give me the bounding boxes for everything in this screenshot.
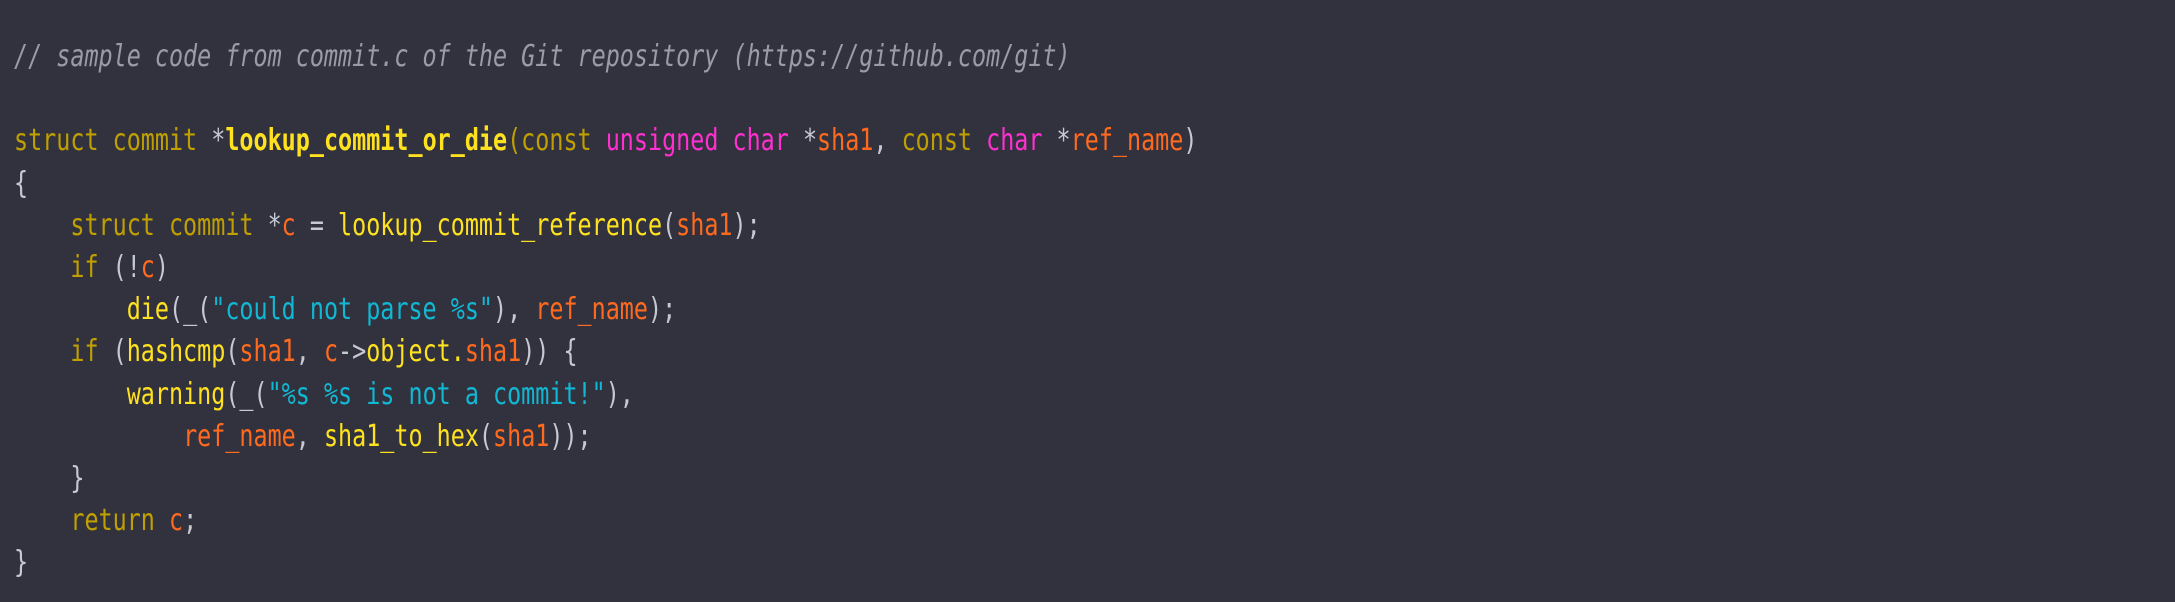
code-token: struct commit [70,207,268,243]
code-token: if [70,334,99,370]
code-token: warning [126,376,226,412]
code-token: , [873,123,902,159]
code-line: ref_name, sha1_to_hex(sha1)); [14,416,1197,458]
code-line: if (hashcmp(sha1, c->object.sha1)) { [14,331,1197,373]
code-token: // sample code from commit.c of the Git … [14,39,1071,74]
code-token: sha1 [817,123,874,159]
code-token: c [168,503,184,539]
code-block[interactable]: // sample code from commit.c of the Git … [14,36,1197,584]
code-token: hashcmp [126,334,226,370]
code-token: sha1 [464,334,522,370]
code-token: ref_name [535,292,648,328]
code-token: ref_name [1070,123,1184,159]
code-token: )); [549,418,592,454]
code-line: struct commit *c = lookup_commit_referen… [14,205,1197,247]
code-line: die(_("could not parse %s"), ref_name); [14,289,1197,331]
code-token: ), [605,376,634,412]
code-token: , [295,334,324,370]
code-token: ) [154,249,169,285]
code-token: c [140,249,155,285]
code-token: sha1 [239,334,296,370]
code-token: die [126,292,169,328]
code-token: ), [493,292,536,328]
code-line: } [14,542,1197,584]
code-token: ) [1183,123,1198,159]
code-token: * [1056,123,1071,159]
code-token: ( [98,334,127,370]
code-token: ); [647,292,677,328]
code-token: char [986,123,1057,159]
code-token: * [267,207,282,243]
code-token: ( [225,334,240,370]
code-line: { [14,163,1197,205]
code-token: if [70,249,99,285]
code-token: . [450,334,465,370]
code-token: } [14,545,29,581]
code-line: if (!c) [14,247,1197,289]
code-token: (const [507,123,606,159]
code-token: )) { [521,334,578,370]
code-token: -> [338,334,367,370]
code-token: ); [732,207,761,243]
code-token: "could not parse %s" [211,292,494,328]
code-line: struct commit *lookup_commit_or_die(cons… [14,120,1197,162]
code-line: warning(_("%s %s is not a commit!"), [14,374,1197,416]
code-token: unsigned char [605,123,803,159]
code-line: } [14,458,1197,500]
code-token: lookup_commit_reference [338,207,663,243]
code-token: sha1_to_hex [323,418,479,454]
code-line: return c; [14,500,1197,542]
code-token: object [366,334,451,370]
code-token: ; [183,503,198,539]
code-token: ( [478,418,494,454]
code-token: c [323,334,339,370]
code-token: return [70,503,155,539]
code-token: struct commit [14,123,212,159]
code-token: ( [662,207,677,243]
code-viewer: // sample code from commit.c of the Git … [0,0,2175,602]
code-token: ref_name [183,418,296,454]
code-token: , [295,418,324,454]
code-token: (_( [168,292,212,328]
code-token: } [14,460,85,496]
code-token: sha1 [493,418,550,454]
code-line: // sample code from commit.c of the Git … [14,36,1197,78]
code-token: c [281,207,296,243]
code-token: * [211,123,226,159]
code-token: sha1 [676,207,733,243]
code-token: "%s %s is not a commit!" [267,376,606,412]
code-token: const [901,123,987,159]
code-token: = [295,207,339,243]
code-token: * [802,123,818,159]
code-token: { [14,165,29,201]
code-token: lookup_commit_or_die [225,123,508,159]
code-token: (! [98,249,141,285]
code-token: (_( [225,376,268,412]
